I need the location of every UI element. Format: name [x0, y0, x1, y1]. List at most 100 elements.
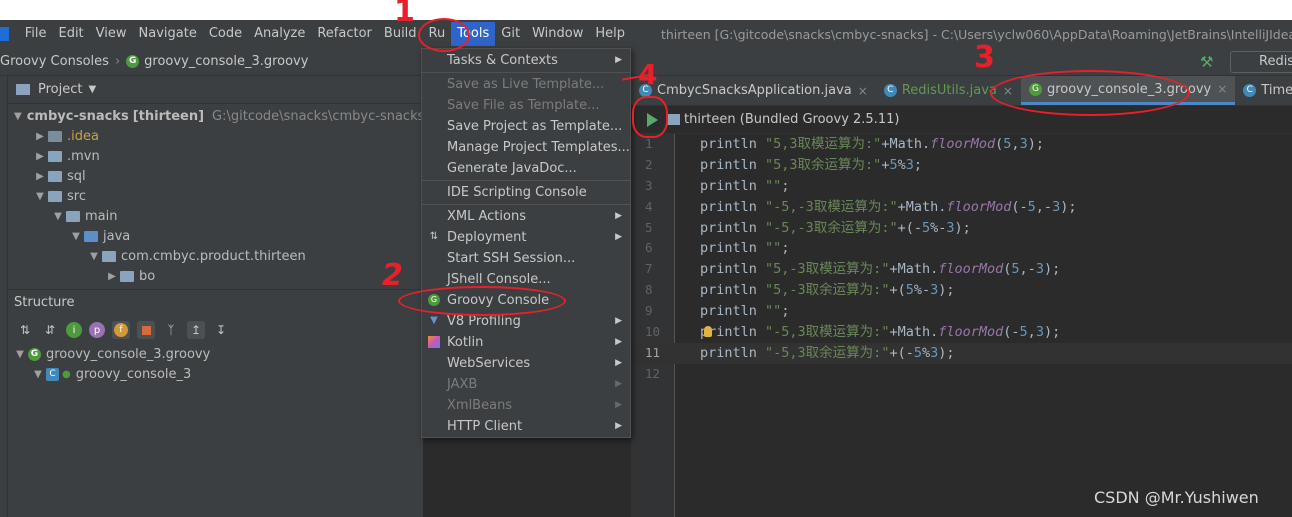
chevron-right-icon[interactable]: ▶ [32, 151, 48, 162]
show-properties-icon[interactable]: p [89, 322, 105, 338]
run-configuration-selector[interactable]: Redis [1230, 51, 1292, 73]
show-non-public-icon[interactable] [137, 321, 155, 339]
menu-item-xml-actions[interactable]: XML Actions ▶ [422, 206, 630, 227]
chevron-right-icon[interactable]: ▶ [32, 171, 48, 182]
chevron-down-icon[interactable]: ▼ [88, 84, 96, 95]
tree-item-java[interactable]: ▼ java [8, 226, 423, 246]
chevron-down-icon[interactable]: ▼ [86, 251, 102, 262]
menu-navigate[interactable]: Navigate [133, 22, 203, 46]
line-number: 5 [645, 219, 653, 235]
menu-item-label: Deployment [447, 230, 527, 245]
show-lambdas-icon[interactable]: ᛉ [162, 321, 180, 339]
menu-item-generate-javadoc[interactable]: Generate JavaDoc... [422, 158, 630, 179]
autoscroll-to-source-icon[interactable]: ↥ [187, 321, 205, 339]
tree-item-bo[interactable]: ▶ bo [8, 266, 423, 286]
groovy-file-icon: G [28, 347, 41, 361]
chevron-right-icon[interactable]: ▶ [104, 271, 120, 282]
menu-refactor[interactable]: Refactor [311, 22, 378, 46]
menu-item-save-file-template[interactable]: Save File as Template... [422, 95, 630, 116]
chevron-down-icon[interactable]: ▼ [50, 211, 66, 222]
menu-item-save-project-template[interactable]: Save Project as Template... [422, 116, 630, 137]
menu-git[interactable]: Git [495, 22, 526, 46]
code-area[interactable]: 1 println "5,3取模运算为:"+Math.floorMod(5,3);… [631, 134, 1292, 517]
tree-item-package[interactable]: ▼ com.cmbyc.product.thirteen [8, 246, 423, 266]
menu-item-manage-project-templates[interactable]: Manage Project Templates... [422, 137, 630, 158]
tab-cmbyc-snacks-application[interactable]: C CmbycSnacksApplication.java × [631, 76, 876, 105]
code-line[interactable]: 7 println "5,-3取模运算为:"+Math.floorMod(5,-3… [631, 259, 1292, 280]
chevron-down-icon[interactable]: ▼ [12, 349, 28, 360]
menu-window[interactable]: Window [526, 22, 589, 46]
tree-item-src[interactable]: ▼ src [8, 186, 423, 206]
menu-item-deployment[interactable]: ⇅ Deployment ▶ [422, 227, 630, 248]
chevron-down-icon[interactable]: ▼ [14, 111, 22, 122]
tree-item-main[interactable]: ▼ main [8, 206, 423, 226]
menu-separator [422, 204, 630, 205]
code-line[interactable]: 4 println "-5,-3取模运算为:"+Math.floorMod(-5,… [631, 197, 1292, 218]
structure-item-class[interactable]: ▼ C ● groovy_console_3 [8, 364, 423, 384]
menu-item-kotlin[interactable]: Kotlin ▶ [422, 332, 630, 353]
tab-label: RedisUtils.java [901, 83, 997, 98]
menu-edit[interactable]: Edit [52, 22, 89, 46]
code-line[interactable]: 10 println "-5,3取模运算为:"+Math.floorMod(-5,… [631, 322, 1292, 343]
code-line[interactable]: 8 println "5,-3取余运算为:"+(5%-3); [631, 280, 1292, 301]
tree-item-idea[interactable]: ▶ .idea [8, 126, 423, 146]
code-line[interactable]: 2 println "5,3取余运算为:"+5%3; [631, 155, 1292, 176]
menu-item-label: Save as Live Template... [447, 77, 605, 92]
project-panel-header[interactable]: Project ▼ [8, 76, 423, 104]
chevron-down-icon[interactable]: ▼ [32, 191, 48, 202]
code-text: println "-5,-3取模运算为:"+Math.floorMod(-5,-… [700, 198, 1077, 215]
submenu-arrow-icon: ▶ [615, 379, 622, 389]
breadcrumb-groovy-consoles[interactable]: Groovy Consoles [0, 54, 109, 69]
structure-item-file[interactable]: ▼ G groovy_console_3.groovy [8, 344, 423, 364]
code-line[interactable]: 6 println ""; [631, 238, 1292, 259]
build-hammer-icon[interactable]: ⚒ [1200, 53, 1213, 71]
chevron-right-icon[interactable]: ▶ [32, 131, 48, 142]
code-line[interactable]: 12 [631, 364, 1292, 385]
code-line[interactable]: 11 println "-5,3取余运算为:"+(-5%3); [631, 342, 1292, 364]
menu-item-http-client[interactable]: HTTP Client ▶ [422, 416, 630, 437]
sort-alpha-icon[interactable]: ⇅ [16, 321, 34, 339]
menu-view[interactable]: View [90, 22, 133, 46]
menu-code[interactable]: Code [203, 22, 248, 46]
menu-item-xmlbeans[interactable]: XmlBeans ▶ [422, 395, 630, 416]
code-line[interactable]: 9 println ""; [631, 301, 1292, 322]
close-icon[interactable]: × [1217, 82, 1227, 96]
code-line[interactable]: 3 println ""; [631, 176, 1292, 197]
tree-item-label: main [85, 208, 118, 224]
menu-file[interactable]: File [19, 22, 53, 46]
public-lock-icon: ● [62, 368, 71, 380]
breadcrumb-file[interactable]: G groovy_console_3.groovy [126, 54, 308, 69]
code-text: println ""; [700, 303, 790, 320]
menu-item-webservices[interactable]: WebServices ▶ [422, 353, 630, 374]
chevron-down-icon[interactable]: ▼ [30, 369, 46, 380]
close-icon[interactable]: × [858, 84, 868, 98]
tree-item-mvn[interactable]: ▶ .mvn [8, 146, 423, 166]
run-target-label[interactable]: thirteen (Bundled Groovy 2.5.11) [684, 112, 899, 127]
left-tool-window-strip[interactable] [0, 76, 8, 517]
intention-bulb-icon[interactable] [704, 326, 712, 338]
menu-item-start-ssh-session[interactable]: Start SSH Session... [422, 248, 630, 269]
code-text: println "5,-3取模运算为:"+Math.floorMod(5,-3)… [700, 261, 1061, 278]
submenu-arrow-icon: ▶ [615, 232, 622, 242]
show-fields-icon[interactable]: f [112, 321, 130, 339]
code-line[interactable]: 5 println "-5,-3取余运算为:"+(-5%-3); [631, 218, 1292, 239]
tab-time-unit[interactable]: C TimeUnit.java [1235, 76, 1292, 105]
submenu-arrow-icon: ▶ [615, 55, 622, 65]
annotation-ring-tools [418, 18, 470, 52]
intellij-logo-icon [0, 27, 9, 41]
menu-analyze[interactable]: Analyze [248, 22, 311, 46]
menu-item-tasks-contexts[interactable]: Tasks & Contexts ▶ [422, 50, 630, 71]
tree-item-root[interactable]: ▼ cmbyc-snacks [thirteen] G:\gitcode\sna… [8, 106, 424, 126]
sort-visibility-icon[interactable]: ⇵ [41, 321, 59, 339]
autoscroll-from-source-icon[interactable]: ↧ [212, 321, 230, 339]
menu-help[interactable]: Help [589, 22, 631, 46]
show-inherited-icon[interactable]: i [66, 322, 82, 338]
line-number: 9 [645, 303, 653, 319]
code-line[interactable]: 1 println "5,3取模运算为:"+Math.floorMod(5,3); [631, 134, 1292, 155]
menu-item-save-live-template[interactable]: Save as Live Template... [422, 74, 630, 95]
tree-item-sql[interactable]: ▶ sql [8, 166, 423, 186]
menu-item-ide-scripting-console[interactable]: IDE Scripting Console [422, 182, 630, 203]
menu-item-jaxb[interactable]: JAXB ▶ [422, 374, 630, 395]
chevron-down-icon[interactable]: ▼ [68, 231, 84, 242]
